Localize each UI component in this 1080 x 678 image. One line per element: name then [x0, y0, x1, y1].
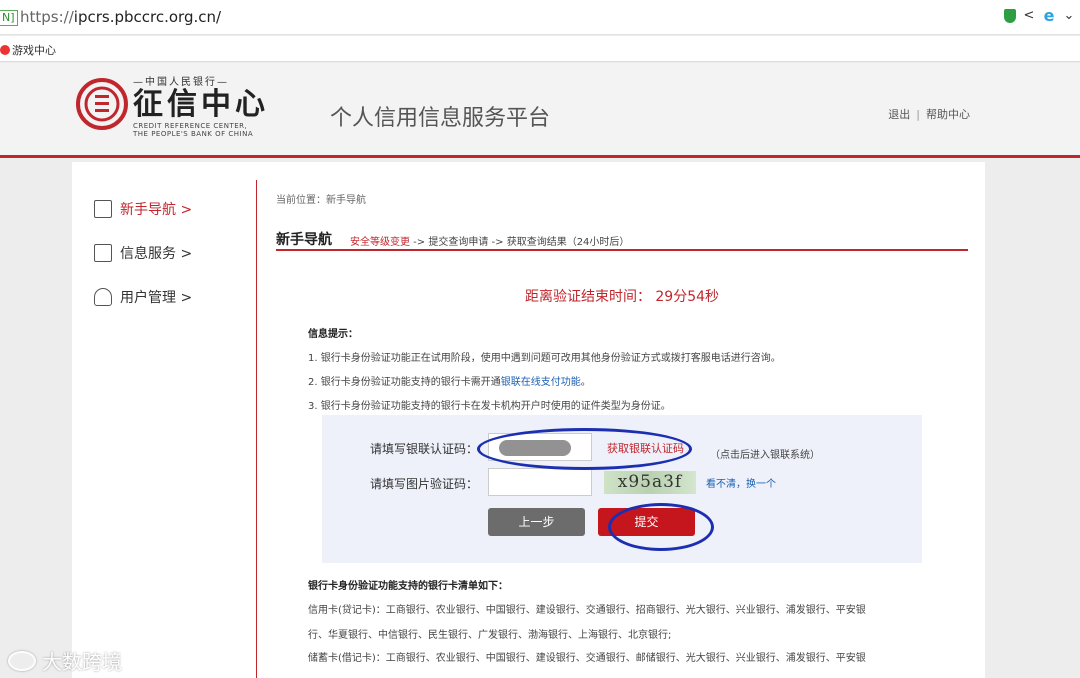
url-host: ipcrs.pbccrc.org.cn/ — [73, 8, 222, 26]
logo-text: —中国人民银行— 征信中心 CREDIT REFERENCE CENTER, T… — [133, 73, 269, 138]
game-center-icon — [0, 45, 10, 55]
step-rest: -> 提交查询申请 -> 获取查询结果（24小时后） — [410, 237, 630, 248]
content-area: 当前位置：新手导航 新手导航 安全等级变更 -> 提交查询申请 -> 获取查询结… — [276, 162, 968, 678]
logo-sub-text-1: CREDIT REFERENCE CENTER, — [133, 122, 248, 130]
chevron-down-icon[interactable]: ⌄ — [1062, 8, 1076, 24]
credit-center-logo-icon — [76, 78, 128, 130]
url-field[interactable]: https://ipcrs.pbccrc.org.cn/ — [20, 8, 221, 26]
watermark-logo-icon — [8, 650, 36, 671]
book-icon — [94, 200, 112, 218]
site-header: —中国人民银行— 征信中心 CREDIT REFERENCE CENTER, T… — [0, 63, 1080, 158]
platform-title: 个人信用信息服务平台 — [330, 106, 551, 131]
captcha-image[interactable]: x95a3f — [604, 471, 696, 494]
sidebar-item-user-management[interactable]: 用户管理 > — [94, 287, 192, 307]
watermark: 大数跨境 — [8, 646, 122, 675]
captcha-label: 请填写图片验证码： — [370, 477, 479, 491]
bookmarks-bar: 游戏中心 — [0, 36, 1080, 62]
secure-tag: N] — [0, 10, 18, 26]
browser-toolbar-icons: < e ⌄ — [1004, 8, 1076, 24]
credit-banks-line-1: 信用卡(贷记卡)：工商银行、农业银行、中国银行、建设银行、交通银行、招商银行、光… — [308, 605, 866, 616]
info-line-2: 2. 银行卡身份验证功能支持的银行卡需开通银联在线支付功能。 — [308, 373, 591, 388]
unionpay-code-label: 请填写银联认证码： — [370, 442, 479, 456]
logo-main-text: 征信中心 — [133, 87, 269, 122]
logo-sub-text-2: THE PEOPLE'S BANK OF CHINA — [133, 130, 254, 138]
sidebar-item-beginner-guide[interactable]: 新手导航 > — [94, 199, 192, 219]
info-title: 信息提示： — [308, 329, 358, 340]
help-center-link[interactable]: 帮助中心 — [926, 108, 970, 121]
verify-countdown: 距离验证结束时间： 29分54秒 — [524, 289, 720, 305]
annotation-ellipse-submit — [608, 503, 714, 551]
logout-link[interactable]: 退出 — [888, 108, 910, 121]
document-icon — [94, 244, 112, 262]
info-line-2-text: 2. 银行卡身份验证功能支持的银行卡需开通 — [308, 377, 501, 388]
sidebar: 新手导航 > 信息服务 > 用户管理 > — [72, 162, 256, 678]
watermark-text: 大数跨境 — [42, 650, 122, 674]
ie-mode-icon[interactable]: e — [1042, 8, 1056, 24]
unionpay-online-link[interactable]: 银联在线支付功能 — [501, 377, 581, 388]
annotation-ellipse-code — [477, 428, 692, 470]
bookmark-label: 游戏中心 — [12, 44, 56, 57]
sidebar-divider — [256, 180, 257, 678]
sidebar-item-label: 用户管理 > — [120, 290, 193, 306]
debit-banks-line-1: 储蓄卡(借记卡)：工商银行、农业银行、中国银行、建设银行、交通银行、邮储银行、光… — [308, 653, 866, 664]
info-line-1: 1. 银行卡身份验证功能正在试用阶段，使用中遇到问题可改用其他身份验证方式或拨打… — [308, 353, 781, 364]
user-icon — [94, 288, 112, 306]
shield-icon[interactable] — [1004, 9, 1016, 23]
browser-address-bar: N] https://ipcrs.pbccrc.org.cn/ < e ⌄ — [0, 0, 1080, 35]
header-separator: | — [916, 108, 920, 121]
info-line-3: 3. 银行卡身份验证功能支持的银行卡在发卡机构开户时使用的证件类型为身份证。 — [308, 401, 671, 412]
back-button[interactable]: 上一步 — [488, 508, 585, 536]
bank-list-title: 银行卡身份验证功能支持的银行卡清单如下： — [308, 581, 508, 592]
header-links: 退出 | 帮助中心 — [888, 106, 970, 122]
refresh-captcha-link[interactable]: 看不清，换一个 — [706, 475, 776, 490]
captcha-input[interactable] — [488, 468, 592, 496]
sidebar-item-label: 新手导航 > — [120, 202, 193, 218]
step-security-level[interactable]: 安全等级变更 — [350, 237, 410, 248]
breadcrumb: 当前位置：新手导航 — [276, 195, 366, 206]
credit-banks-line-2: 行、华夏银行、中信银行、民生银行、广发银行、渤海银行、上海银行、北京银行; — [308, 630, 672, 641]
main-card: 新手导航 > 信息服务 > 用户管理 > 当前位置：新手导航 新手导航 安全等级… — [72, 162, 985, 678]
logo-top-text: —中国人民银行— — [133, 77, 229, 88]
sidebar-item-info-service[interactable]: 信息服务 > — [94, 243, 192, 263]
sidebar-item-label: 信息服务 > — [120, 246, 193, 262]
bookmark-game-center[interactable]: 游戏中心 — [0, 42, 56, 58]
verify-form: 请填写银联认证码： 获取银联认证码 （点击后进入银联系统） 请填写图片验证码： … — [322, 415, 922, 563]
page-title: 新手导航 — [276, 232, 332, 248]
url-scheme: https:// — [20, 8, 74, 26]
info-line-2-end: 。 — [580, 377, 591, 388]
unionpay-note: （点击后进入银联系统） — [710, 450, 820, 461]
share-icon[interactable]: < — [1022, 8, 1036, 24]
steps-flow: 安全等级变更 -> 提交查询申请 -> 获取查询结果（24小时后） — [350, 233, 629, 248]
steps-bar: 新手导航 安全等级变更 -> 提交查询申请 -> 获取查询结果（24小时后） — [276, 229, 968, 251]
